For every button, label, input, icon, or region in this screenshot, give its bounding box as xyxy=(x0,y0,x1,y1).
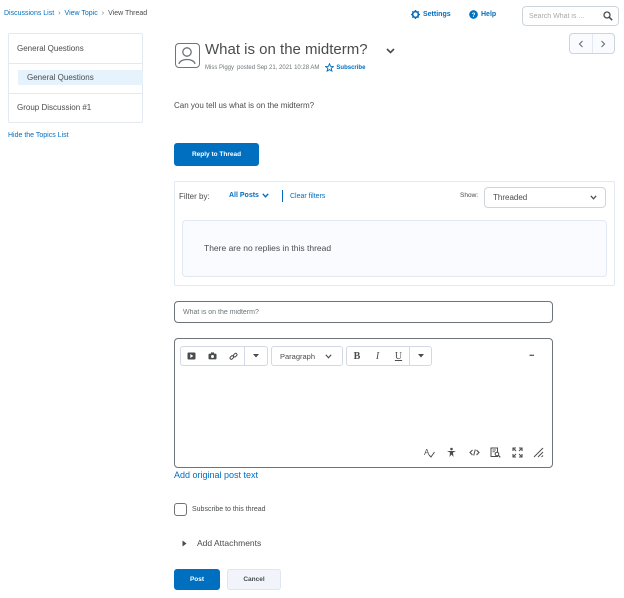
spellcheck-icon[interactable]: A xyxy=(424,447,435,458)
rich-text-editor: Paragraph B I U ... A xyxy=(174,338,553,468)
settings-label: Settings xyxy=(423,11,451,18)
add-attachments-toggle[interactable]: Add Attachments xyxy=(182,538,261,548)
breadcrumb-current: View Thread xyxy=(108,10,148,17)
breadcrumb: Discussions List › View Topic › View Thr… xyxy=(4,10,147,17)
breadcrumb-separator: › xyxy=(58,10,61,17)
search-icon[interactable] xyxy=(603,11,613,21)
topic-category: General Questions xyxy=(9,34,142,64)
cancel-button[interactable]: Cancel xyxy=(227,569,281,590)
chevron-down-icon[interactable] xyxy=(386,48,395,54)
previous-thread-button[interactable] xyxy=(570,34,593,53)
underline-button[interactable]: U xyxy=(388,347,409,365)
star-icon xyxy=(325,63,335,72)
link-icon xyxy=(229,352,238,360)
paragraph-select[interactable]: Paragraph xyxy=(271,346,343,366)
topics-list: General Questions General Questions Grou… xyxy=(8,33,143,123)
settings-link[interactable]: Settings xyxy=(411,10,451,19)
breadcrumb-separator: › xyxy=(101,10,105,17)
svg-text:?: ? xyxy=(472,12,476,19)
empty-replies-box: There are no replies in this thread xyxy=(182,220,607,277)
subscribe-checkbox[interactable] xyxy=(174,503,187,516)
help-link[interactable]: ? Help xyxy=(469,10,496,19)
subscribe-label: Subscribe xyxy=(336,64,366,71)
subscribe-link[interactable]: Subscribe xyxy=(325,63,365,72)
topic-item-general-questions[interactable]: General Questions xyxy=(9,64,143,94)
thread-body: Can you tell us what is on the midterm? xyxy=(174,101,315,110)
paragraph-select-value: Paragraph xyxy=(280,351,316,361)
chevron-down-icon xyxy=(325,353,332,359)
caret-down-icon xyxy=(417,354,424,358)
show-select-value: Threaded xyxy=(493,193,528,202)
insert-toolbar-group xyxy=(180,346,268,366)
help-icon: ? xyxy=(469,10,478,19)
editor-footer: A xyxy=(175,443,552,463)
show-label: Show: xyxy=(460,192,479,199)
insert-image-button[interactable] xyxy=(202,347,223,365)
next-thread-button[interactable] xyxy=(593,34,615,53)
insert-video-button[interactable] xyxy=(181,347,202,365)
thread-meta: Miss Piggy posted Sep 21, 2021 10:28 AM … xyxy=(205,63,365,72)
insert-link-button[interactable] xyxy=(223,347,244,365)
resize-handle-icon[interactable] xyxy=(533,447,544,458)
fullscreen-icon[interactable] xyxy=(512,447,523,458)
thread-title: What is on the midterm? xyxy=(205,41,368,58)
add-original-post-text-link[interactable]: Add original post text xyxy=(174,470,258,480)
filter-dropdown[interactable]: All Posts xyxy=(229,192,269,199)
search-input[interactable] xyxy=(529,12,605,20)
avatar xyxy=(175,43,200,68)
subject-input[interactable] xyxy=(174,301,553,323)
format-toolbar-group: B I U xyxy=(346,346,432,366)
filter-selected: All Posts xyxy=(229,192,259,199)
breadcrumb-discussions-list[interactable]: Discussions List xyxy=(4,10,54,17)
chevron-down-icon xyxy=(262,193,269,198)
reply-to-thread-button[interactable]: Reply to Thread xyxy=(174,143,259,166)
preview-icon[interactable] xyxy=(490,447,501,458)
accessibility-check-icon[interactable] xyxy=(446,447,457,458)
video-icon xyxy=(187,352,196,360)
thread-posted-date: posted Sep 21, 2021 10:28 AM xyxy=(237,64,320,71)
source-code-icon[interactable] xyxy=(469,447,480,458)
insert-more-dropdown[interactable] xyxy=(244,347,267,365)
hide-topics-link[interactable]: Hide the Topics List xyxy=(8,132,69,139)
format-more-dropdown[interactable] xyxy=(409,347,431,365)
chevron-left-icon xyxy=(578,40,583,47)
bold-button[interactable]: B xyxy=(347,347,367,365)
search-box xyxy=(522,6,619,26)
add-attachments-label: Add Attachments xyxy=(197,538,262,548)
filter-label: Filter by: xyxy=(179,192,210,201)
topic-item-group-discussion[interactable]: Group Discussion #1 xyxy=(9,94,142,122)
help-label: Help xyxy=(481,11,497,18)
chevron-down-icon xyxy=(590,195,597,200)
breadcrumb-view-topic[interactable]: View Topic xyxy=(65,10,98,17)
filter-divider xyxy=(282,190,283,202)
show-select[interactable]: Threaded xyxy=(484,187,606,208)
topic-item-label: General Questions xyxy=(18,70,143,85)
empty-replies-message: There are no replies in this thread xyxy=(204,243,332,253)
more-actions-button[interactable]: ... xyxy=(529,348,534,358)
post-button[interactable]: Post xyxy=(174,569,220,590)
thread-navigation xyxy=(569,33,615,54)
caret-right-icon xyxy=(182,540,187,546)
italic-button[interactable]: I xyxy=(367,347,388,365)
gear-icon xyxy=(411,10,420,19)
caret-down-icon xyxy=(253,354,259,358)
camera-icon xyxy=(208,352,217,360)
chevron-right-icon xyxy=(601,40,606,47)
clear-filters-link[interactable]: Clear filters xyxy=(290,193,325,200)
thread-author: Miss Piggy xyxy=(205,64,235,71)
subscribe-checkbox-label: Subscribe to this thread xyxy=(192,506,266,513)
user-icon xyxy=(178,47,196,65)
